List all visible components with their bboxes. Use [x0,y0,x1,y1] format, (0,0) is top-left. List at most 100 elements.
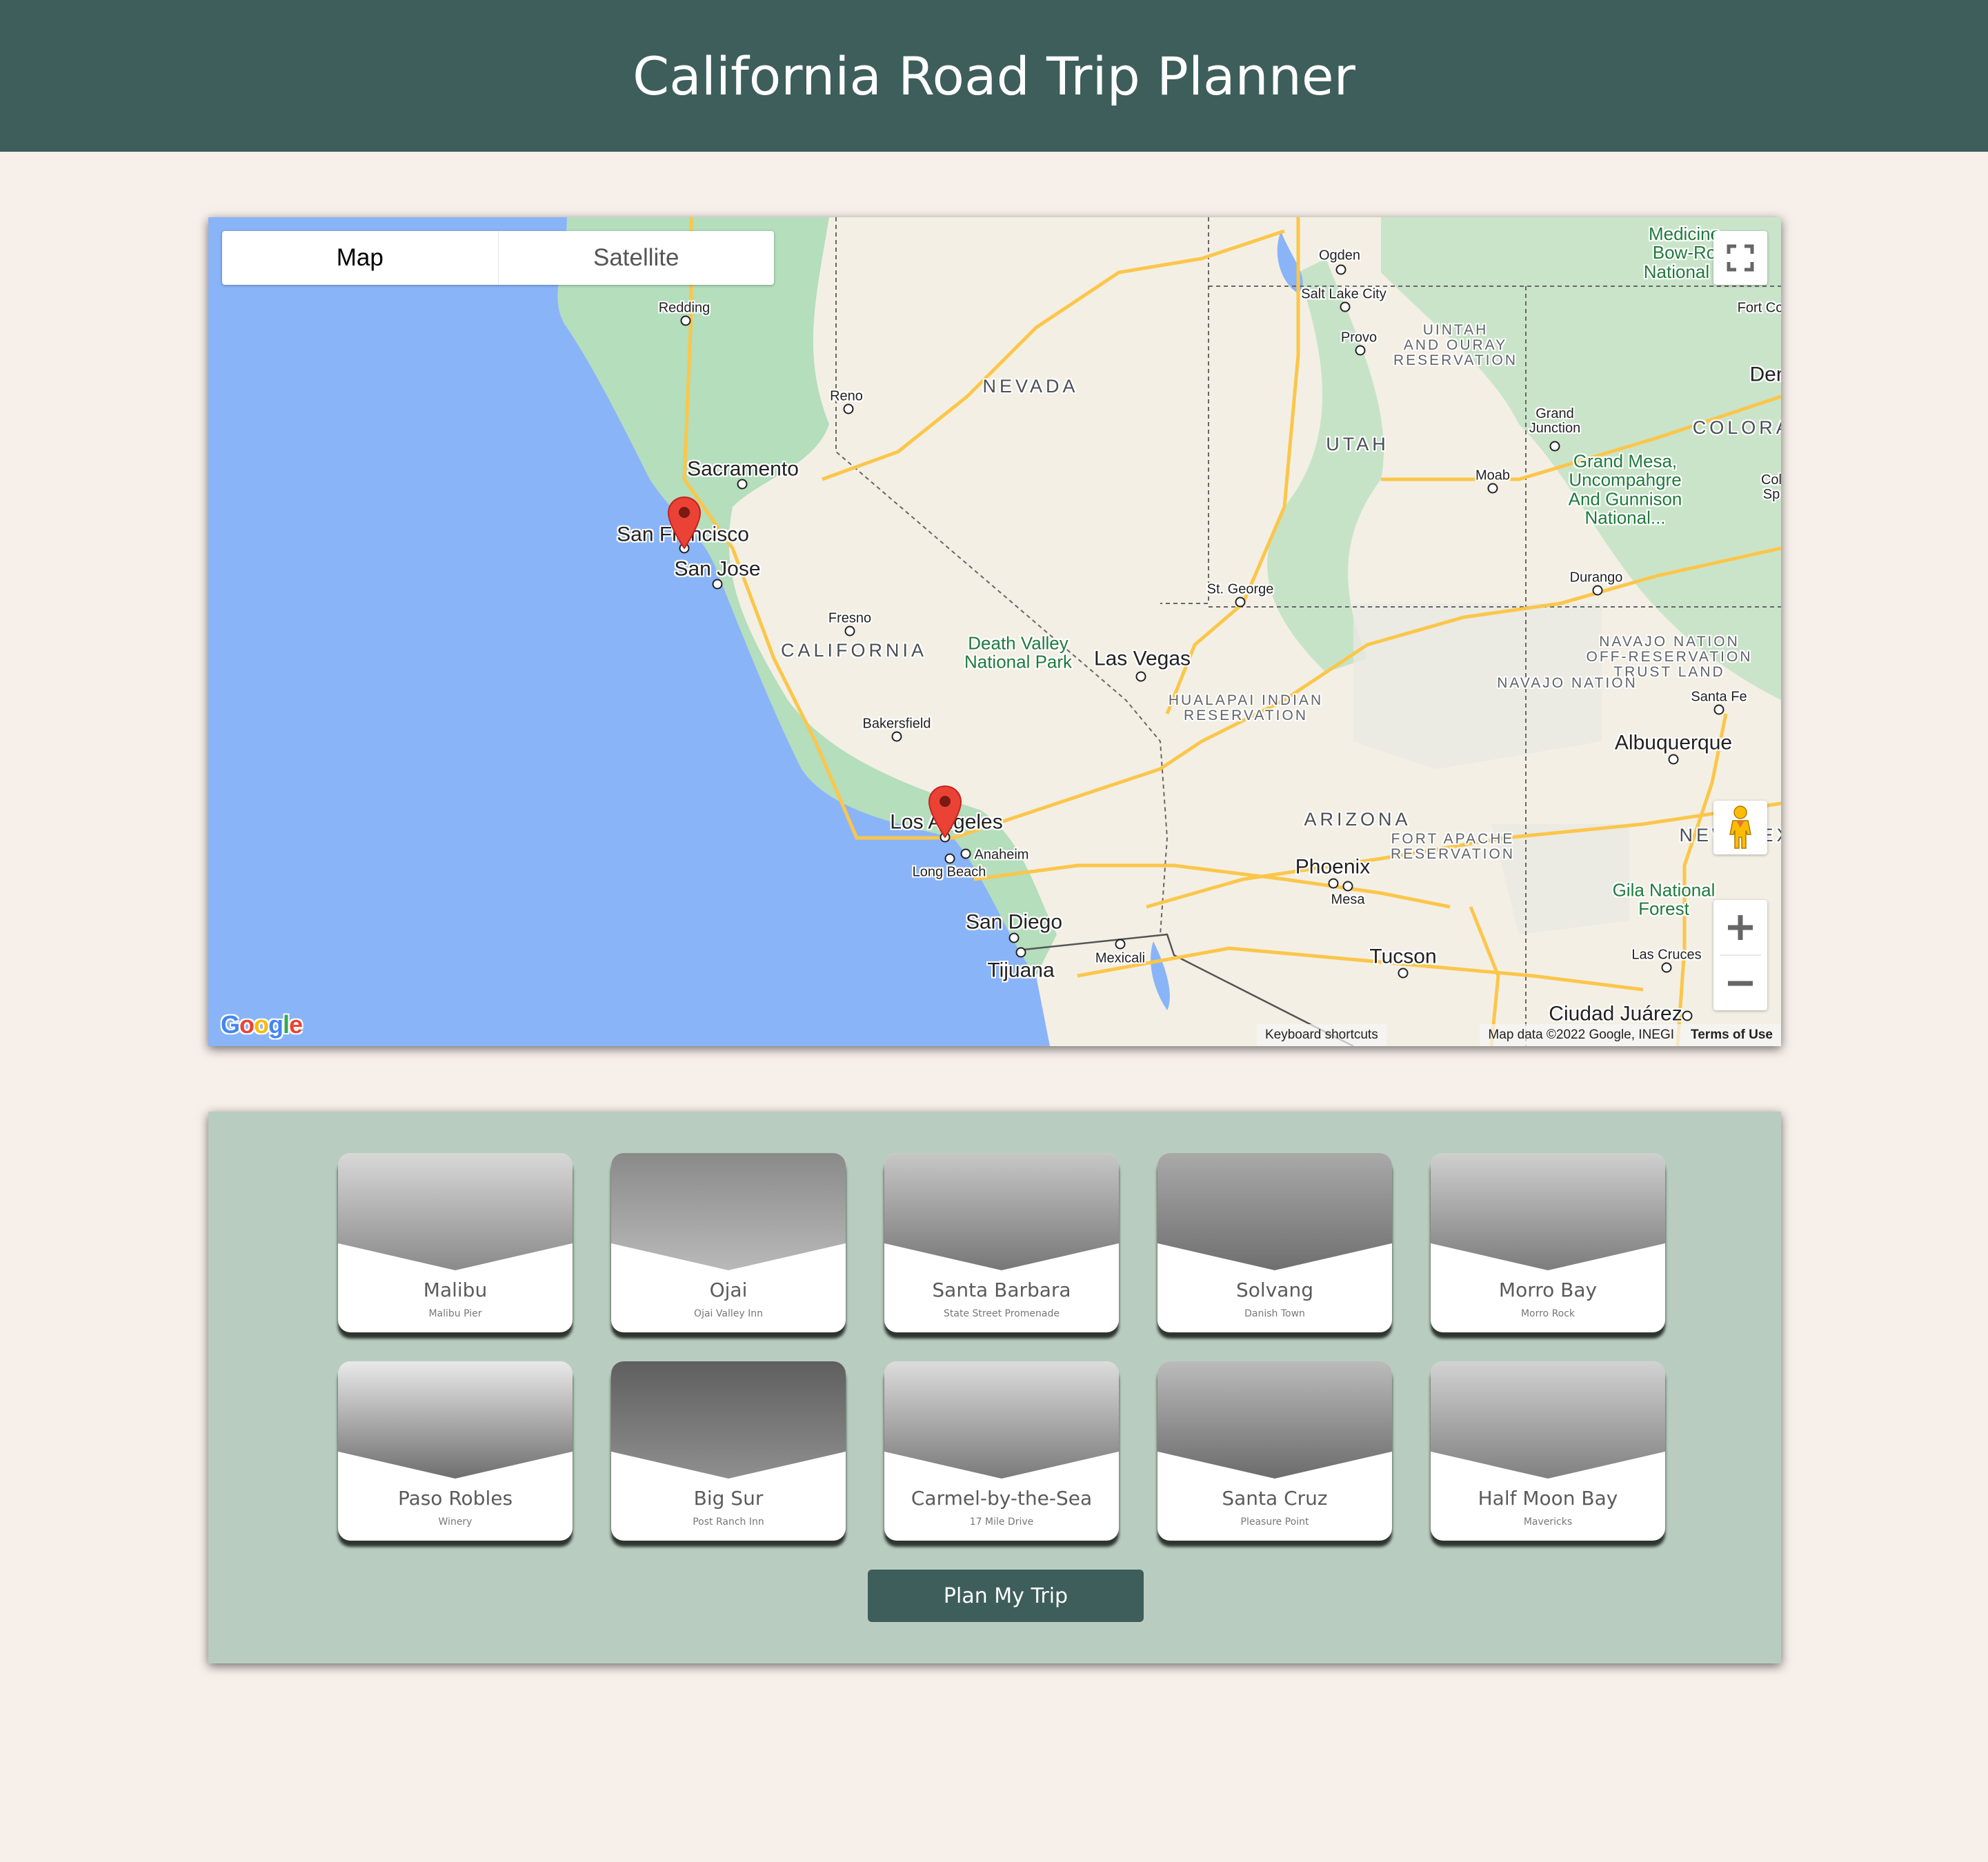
map-label-navajo: NAVAJO NATION [1497,674,1638,691]
city-dot [1135,671,1146,682]
city-dot [1355,345,1366,356]
keyboard-shortcuts-text: Keyboard shortcuts [1265,1028,1378,1042]
destination-subtitle: Danish Town [1244,1308,1305,1319]
pegman-icon [1729,805,1751,849]
zoom-in-button[interactable] [1713,900,1767,954]
map-label-colorado-springs: Col Sp [1760,472,1781,502]
map-type-map-button[interactable]: Map [222,231,499,285]
map-label-st-george: St. George [1206,581,1274,597]
city-dot [1668,754,1679,765]
map-label-ciudad-juarez: Ciudad Juárez [1549,1002,1682,1025]
terms-of-use-link[interactable]: Terms of Use [1691,1028,1773,1043]
destination-subtitle: Pleasure Point [1240,1516,1309,1528]
destination-photo [1431,1361,1665,1479]
destination-card[interactable]: Carmel-by-the-Sea 17 Mile Drive [884,1361,1119,1541]
destination-photo [338,1153,573,1270]
city-dot [1487,483,1498,494]
destination-card[interactable]: Ojai Ojai Valley Inn [611,1153,846,1332]
map-label-tijuana: Tijuana [987,959,1055,982]
destination-card[interactable]: Santa Cruz Pleasure Point [1157,1361,1392,1541]
keyboard-shortcuts-link[interactable]: Keyboard shortcuts [1257,1024,1386,1046]
destination-photo [884,1361,1119,1479]
map-label-gila: Gila National Forest [1612,879,1716,919]
map-label-utah: UTAH [1326,433,1389,454]
map-label-san-diego: San Diego [965,910,1063,934]
map-label-long-beach: Long Beach [912,864,986,880]
city-dot [1592,585,1603,596]
city-dot [1549,441,1560,452]
map-type-satellite-button[interactable]: Satellite [499,231,775,285]
city-dot [1682,1010,1693,1021]
destination-subtitle: State Street Promenade [944,1308,1060,1319]
minus-icon [1728,981,1753,985]
city-dot [1340,301,1351,312]
destination-photo [1157,1153,1392,1270]
map-label-las-vegas: Las Vegas [1093,647,1191,670]
map-label-grand-mesa: Grand Mesa, Uncompahgre And Gunnison Nat… [1568,450,1682,528]
destination-card[interactable]: Solvang Danish Town [1157,1153,1392,1332]
destination-title: Paso Robles [397,1487,513,1510]
destination-card[interactable]: Malibu Malibu Pier [338,1153,573,1332]
page-header: California Road Trip Planner [0,0,1988,152]
destination-title: Santa Barbara [932,1279,1071,1301]
destination-card[interactable]: Half Moon Bay Mavericks [1431,1361,1665,1541]
city-dot [737,479,748,490]
fullscreen-button[interactable] [1713,231,1767,285]
city-dot [1335,264,1346,275]
destination-subtitle: Mavericks [1523,1516,1573,1528]
city-dot [1015,947,1026,958]
logo-letter: G [221,1010,240,1039]
map-view[interactable]: Redding Reno NEVADA Sacramento San Franc… [208,217,1781,1046]
plan-my-trip-button[interactable]: Plan My Trip [868,1570,1144,1622]
destinations-panel: Malibu Malibu Pier Ojai Ojai Valley Inn Sant… [208,1112,1781,1663]
city-dot [712,579,723,590]
map-label-phoenix: Phoenix [1295,855,1371,879]
destination-photo [338,1361,573,1479]
lake [1151,941,1170,1010]
google-logo[interactable]: Google [221,1010,303,1039]
logo-letter: l [283,1010,290,1039]
map-label-uintah: UINTAH AND OURAY RESERVATION [1393,321,1518,369]
destination-card[interactable]: Big Sur Post Ranch Inn [611,1361,846,1541]
destination-photo [1157,1361,1392,1479]
destination-photo [611,1361,846,1479]
logo-letter: e [289,1010,303,1039]
destination-title: Solvang [1236,1279,1313,1301]
map-label-death-valley: Death Valley National Park [964,632,1073,672]
city-dot [1342,881,1353,892]
map-attribution: Map data ©2022 Google, INEGI Terms of Us… [1480,1024,1781,1046]
map-label-bakersfield: Bakersfield [862,716,931,732]
city-dot [1235,597,1246,608]
state-border [1160,217,1209,604]
zoom-out-button[interactable] [1713,956,1767,1010]
city-dot [1713,704,1724,715]
map-label-grand-junction: Grand Junction [1529,406,1581,436]
destination-title: Malibu [423,1279,488,1301]
map-label-fresno: Fresno [828,610,872,626]
destination-title: Big Sur [693,1487,764,1510]
city-dot [1661,962,1672,973]
map-label-colorado: COLORAD [1692,417,1781,438]
city-dot [843,403,854,414]
destination-title: Morro Bay [1498,1279,1598,1301]
map-label-santa-fe: Santa Fe [1691,689,1747,705]
city-dot [891,731,902,742]
destination-card[interactable]: Morro Bay Morro Rock [1431,1153,1665,1332]
city-dot [1008,932,1020,943]
street-view-pegman-button[interactable] [1713,801,1767,854]
destination-subtitle: Malibu Pier [428,1308,482,1319]
destination-card[interactable]: Santa Barbara State Street Promenade [884,1153,1119,1332]
map-label-tucson: Tucson [1369,945,1437,968]
map-label-navajo-trust: NAVAJO NATION OFF-RESERVATION TRUST LAND [1586,633,1753,681]
map-marker-san-francisco[interactable] [667,496,702,550]
map-label-fort-apache: FORT APACHE RESERVATION [1390,830,1515,862]
map-label-redding: Redding [658,300,710,316]
destination-card[interactable]: Paso Robles Winery [338,1361,573,1541]
destination-subtitle: 17 Mile Drive [969,1516,1034,1528]
destination-photo [1431,1153,1665,1270]
map-marker-los-angeles[interactable] [928,785,962,839]
page-title: California Road Trip Planner [633,45,1355,107]
map-label-arizona: ARIZONA [1304,808,1411,830]
map-label-mesa: Mesa [1331,892,1365,908]
map-label-provo: Provo [1340,330,1378,346]
